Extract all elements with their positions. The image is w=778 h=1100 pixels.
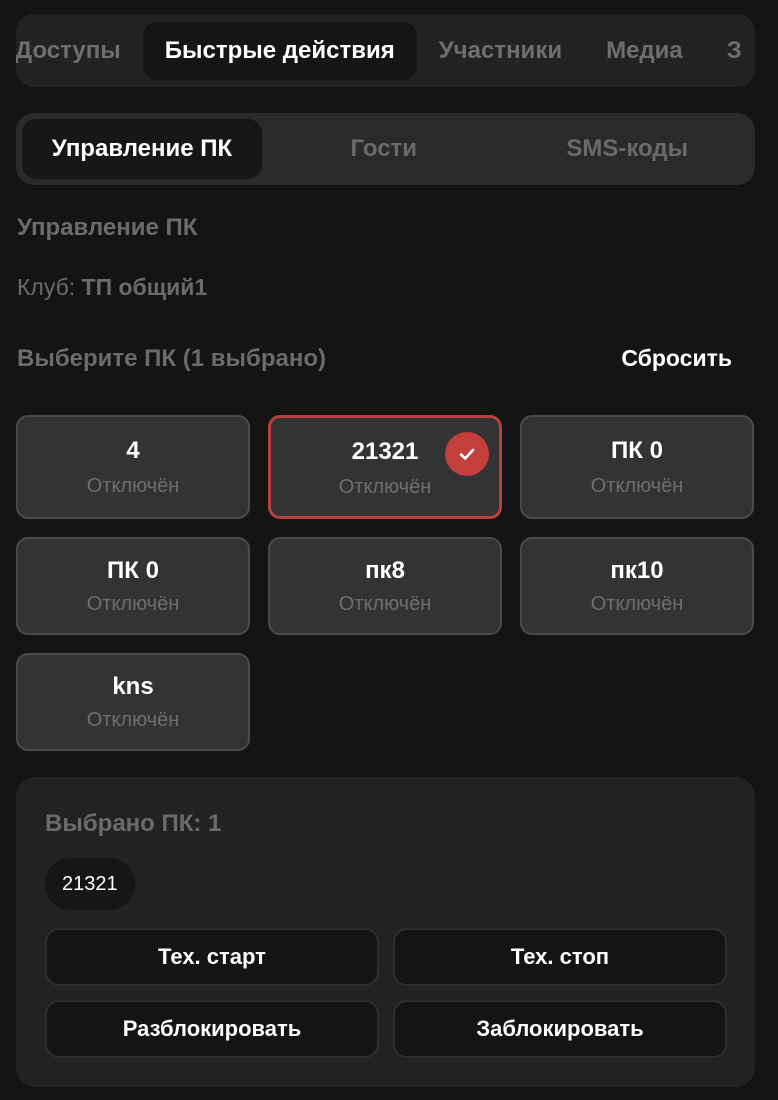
pc-name: 4 <box>126 437 140 464</box>
club-info: Клуб: ТП общий1 <box>17 274 207 301</box>
pc-card[interactable]: ПК 0 Отключён <box>16 537 250 635</box>
selected-pc-chip: 21321 <box>45 858 135 910</box>
pc-status: Отключён <box>338 593 432 615</box>
lock-button[interactable]: Заблокировать <box>393 1000 727 1058</box>
pc-status: Отключён <box>590 475 684 497</box>
tab-more[interactable]: З <box>705 22 755 80</box>
pc-status: Отключён <box>86 709 180 731</box>
tab-quick-actions[interactable]: Быстрые действия <box>142 21 417 80</box>
pc-card[interactable]: 4 Отключён <box>16 415 250 519</box>
tab-access[interactable]: Доступы <box>16 22 143 80</box>
select-pc-title: Выберите ПК (1 выбрано) <box>17 345 326 372</box>
pc-status: Отключён <box>590 593 684 615</box>
tab-media[interactable]: Медиа <box>584 22 705 80</box>
pc-status: Отключён <box>86 593 180 615</box>
selected-count-title: Выбрано ПК: 1 <box>45 810 222 837</box>
selected-pc-panel: Выбрано ПК: 1 21321 Тех. старт Тех. стоп… <box>16 777 755 1087</box>
sub-tab-bar: Управление ПК Гости SMS-коды <box>16 113 755 185</box>
unlock-button[interactable]: Разблокировать <box>45 1000 379 1058</box>
pc-name: ПК 0 <box>611 437 663 464</box>
tech-stop-button[interactable]: Тех. стоп <box>393 928 727 986</box>
pc-status: Отключён <box>338 476 432 498</box>
reset-button[interactable]: Сбросить <box>621 345 732 372</box>
pc-name: пк10 <box>610 557 664 584</box>
pc-card[interactable]: kns Отключён <box>16 653 250 751</box>
pc-card[interactable]: ПК 0 Отключён <box>520 415 754 519</box>
tech-start-button[interactable]: Тех. старт <box>45 928 379 986</box>
check-icon <box>445 432 489 476</box>
pc-name: kns <box>112 673 154 700</box>
pc-name: пк8 <box>365 557 405 584</box>
pc-status: Отключён <box>86 475 180 497</box>
pc-grid: 4 Отключён 21321 Отключён ПК 0 Отключён … <box>16 415 756 751</box>
sub-tab-sms-codes[interactable]: SMS-коды <box>506 119 750 179</box>
pc-name: ПК 0 <box>107 557 159 584</box>
pc-card[interactable]: пк10 Отключён <box>520 537 754 635</box>
tab-members[interactable]: Участники <box>417 22 584 80</box>
top-tab-bar: Доступы Быстрые действия Участники Медиа… <box>16 14 755 87</box>
club-label: Клуб: <box>17 274 76 300</box>
section-title: Управление ПК <box>17 214 198 241</box>
pc-card-selected[interactable]: 21321 Отключён <box>268 415 502 519</box>
sub-tab-guests[interactable]: Гости <box>262 119 506 179</box>
sub-tab-pc-management[interactable]: Управление ПК <box>22 119 262 179</box>
pc-card[interactable]: пк8 Отключён <box>268 537 502 635</box>
club-name: ТП общий1 <box>81 274 208 300</box>
top-tab-track: Доступы Быстрые действия Участники Медиа… <box>16 14 755 87</box>
